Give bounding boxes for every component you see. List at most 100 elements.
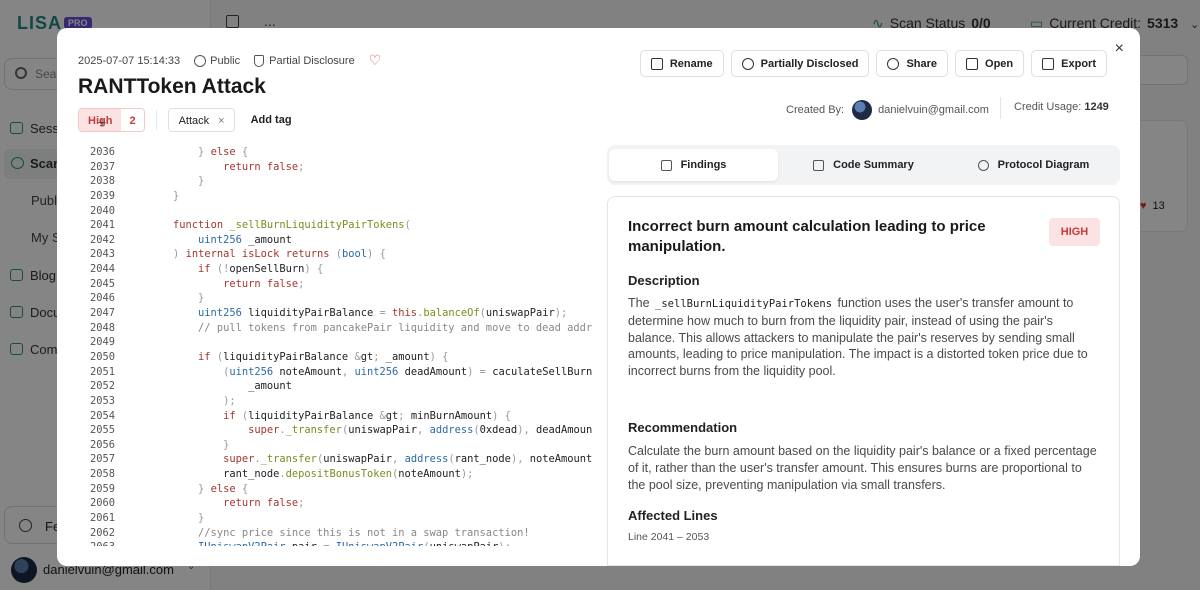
recommendation-heading: Recommendation xyxy=(628,420,738,435)
scan-detail-modal: 2025-07-07 15:14:33 Public Partial Discl… xyxy=(57,28,1140,566)
diagram-icon xyxy=(977,159,989,171)
tab-label: Protocol Diagram xyxy=(997,159,1090,171)
visibility: Public xyxy=(194,54,241,67)
line-number: 2063 xyxy=(78,540,115,546)
code-line: 2037 return false; xyxy=(78,160,592,175)
code-line: 2044 if (!openSellBurn) { xyxy=(78,262,592,277)
code-line: 2060 return false; xyxy=(78,496,592,511)
timestamp: 2025-07-07 15:14:33 xyxy=(78,54,181,67)
code-line: 2053 ); xyxy=(78,394,592,409)
code-text: super._transfer(uniswapPair, address(ran… xyxy=(223,453,592,466)
partially-disclosed-label: Partially Disclosed xyxy=(760,57,859,70)
code-text: if (!openSellBurn) { xyxy=(198,263,324,276)
finding-card: Incorrect burn amount calculation leadin… xyxy=(607,196,1120,566)
code-line: 2059 } else { xyxy=(78,482,592,497)
add-tag-button[interactable]: + Add tag xyxy=(98,114,292,130)
creator-avatar xyxy=(852,100,873,120)
code-line: 2039 } xyxy=(78,189,592,204)
line-number: 2057 xyxy=(89,453,115,466)
partially-disclosed-button[interactable]: Partially Disclosed xyxy=(730,50,870,77)
code-line: 2054 if (liquidityPairBalance &gt; minBu… xyxy=(78,409,592,424)
line-number: 2059 xyxy=(89,482,115,495)
globe-icon xyxy=(194,54,207,67)
export-button[interactable]: Export xyxy=(1031,50,1107,77)
tab-protocol-diagram[interactable]: Protocol Diagram xyxy=(949,149,1118,181)
open-button[interactable]: Open xyxy=(955,50,1025,77)
line-number: 2048 xyxy=(89,321,115,334)
tab-findings[interactable]: Findings xyxy=(609,149,778,181)
code-text: uint256 liquidityPairBalance = this.bala… xyxy=(198,307,568,320)
share-label: Share xyxy=(906,57,938,70)
list-icon xyxy=(660,159,672,171)
code-line: 2058 rant_node.depositBonusToken(noteAmo… xyxy=(78,467,592,482)
credit-usage: Credit Usage: 1249 xyxy=(1014,101,1109,113)
affected-lines-heading: Affected Lines xyxy=(628,508,718,523)
line-number: 2044 xyxy=(89,263,115,276)
code-text: return false; xyxy=(223,277,305,290)
code-viewer[interactable]: 2036 } else {2037 return false; 2038 } 203… xyxy=(78,145,592,546)
code-text: } else { xyxy=(198,146,249,158)
edit-icon xyxy=(650,57,663,70)
line-number: 2038 xyxy=(89,175,115,188)
line-number: 2042 xyxy=(89,233,115,246)
code-line: 2061 } xyxy=(78,511,592,526)
line-number: 2051 xyxy=(89,365,115,378)
code-line: 2050 if (liquidityPairBalance &gt; _amou… xyxy=(78,350,592,365)
file-icon xyxy=(813,159,825,171)
code-line: 2051 (uint256 noteAmount, uint256 deadAm… xyxy=(78,365,592,380)
expand-icon xyxy=(966,57,979,70)
function-name: _sellBurnLiquidityPairTokens xyxy=(655,298,833,310)
close-icon[interactable]: × xyxy=(1115,40,1124,58)
code-text: } xyxy=(173,189,180,202)
description-text: The _sellBurnLiquidityPairTokens functio… xyxy=(628,295,1102,380)
code-text: super._transfer(uniswapPair, address(0xd… xyxy=(248,424,592,437)
description-pre: The xyxy=(628,296,650,310)
severity-badge: HIGH xyxy=(1049,218,1100,246)
code-text: } xyxy=(198,512,205,525)
tab-code-summary[interactable]: Code Summary xyxy=(778,149,949,181)
code-text: rant_node.depositBonusToken(noteAmount); xyxy=(223,468,474,481)
finding-title: Incorrect burn amount calculation leadin… xyxy=(628,218,986,255)
line-number: 2045 xyxy=(89,277,115,290)
code-line: 2045 return false; xyxy=(78,277,592,292)
line-number: 2049 xyxy=(89,336,115,349)
recommendation-text: Calculate the burn amount based on the l… xyxy=(628,444,1097,492)
action-toolbar: Rename Partially Disclosed Share Open Ex… xyxy=(639,50,1107,77)
line-number: 2060 xyxy=(89,497,115,510)
code-line: 2052 _amount xyxy=(78,379,592,394)
code-line: 2047 uint256 liquidityPairBalance = this… xyxy=(78,306,592,321)
visibility-label: Public xyxy=(210,54,241,67)
line-number: 2058 xyxy=(89,468,115,481)
code-line: 2043 ) internal isLock returns (bool) { xyxy=(78,247,592,262)
code-line: 2049 xyxy=(78,335,592,350)
shield-icon xyxy=(741,57,754,70)
code-line: 2063 IUniswapV2Pair pair = IUniswapV2Pai… xyxy=(78,540,592,546)
line-number: 2055 xyxy=(89,424,115,437)
code-text: _amount xyxy=(248,380,292,393)
line-number: 2061 xyxy=(89,512,115,525)
line-number: 2053 xyxy=(89,394,115,407)
code-line: 2046 } xyxy=(78,291,592,306)
code-text: return false; xyxy=(223,497,305,510)
code-text: } xyxy=(223,438,230,451)
favorite-heart-icon[interactable]: ♡ xyxy=(369,52,382,69)
share-button[interactable]: Share xyxy=(876,50,949,77)
rename-label: Rename xyxy=(669,57,713,70)
credit-usage-label: Credit Usage: xyxy=(1014,101,1082,113)
scan-meta: 2025-07-07 15:14:33 Public Partial Discl… xyxy=(78,52,381,69)
code-text: //sync price since this is not in a swap… xyxy=(198,526,530,539)
line-number: 2039 xyxy=(89,189,115,202)
created-by-label: Created By: xyxy=(786,104,845,116)
created-by: Created By: danielvuin@gmail.com xyxy=(786,100,989,120)
rename-button[interactable]: Rename xyxy=(639,50,724,77)
line-number: 2037 xyxy=(89,160,115,173)
code-line: 2055 super._transfer(uniswapPair, addres… xyxy=(78,423,592,438)
download-icon xyxy=(1042,57,1055,70)
line-number: 2054 xyxy=(89,409,115,422)
line-number: 2050 xyxy=(89,350,115,363)
line-number: 2046 xyxy=(89,292,115,305)
code-text: ) internal isLock returns (bool) { xyxy=(173,248,386,261)
plus-icon: + xyxy=(98,114,107,130)
code-line: 2038 } xyxy=(78,174,592,189)
description-heading: Description xyxy=(628,273,700,288)
